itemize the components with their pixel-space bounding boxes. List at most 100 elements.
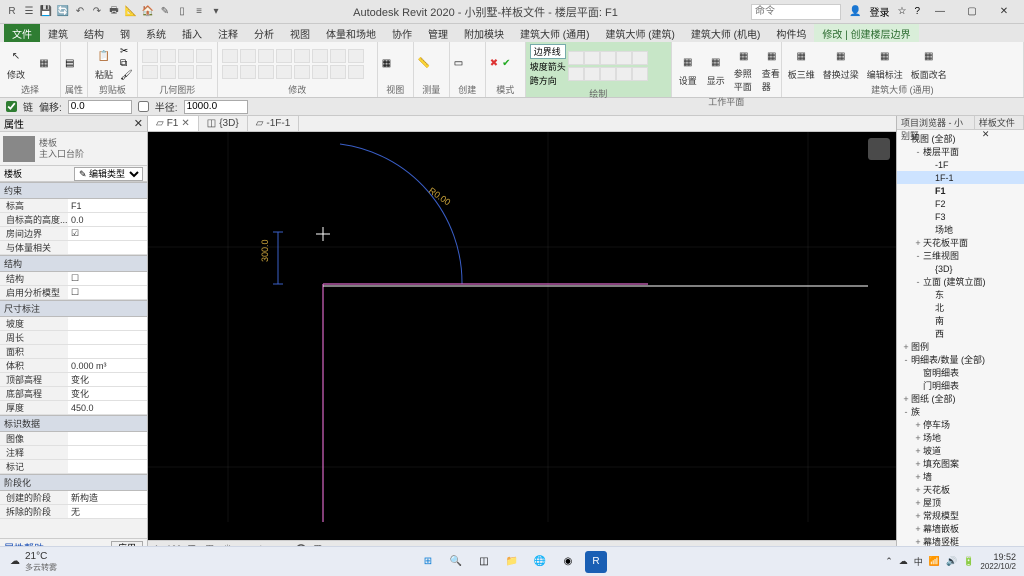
view-tool-icon[interactable]: ▦ <box>382 58 391 69</box>
tree-item[interactable]: F1 <box>897 184 1024 197</box>
property-value[interactable] <box>68 317 147 330</box>
ribbon-tab[interactable]: 建筑大师 (建筑) <box>597 24 682 42</box>
property-value[interactable]: F1 <box>68 199 147 212</box>
tray-chevron-icon[interactable]: ⌃ <box>885 556 893 567</box>
view-tab-close-icon[interactable]: ✕ <box>181 118 189 129</box>
span-direction-button[interactable]: 跨方向 <box>530 74 566 87</box>
ribbon-tab[interactable]: 管理 <box>420 24 456 42</box>
ribbon-tab[interactable]: 协作 <box>384 24 420 42</box>
tree-item[interactable]: +场地 <box>897 431 1024 444</box>
property-value[interactable]: 新构造 <box>68 491 147 504</box>
modify-button[interactable]: ↖ 修改 <box>4 45 28 83</box>
ref-plane-button[interactable]: ▦参照 平面 <box>732 44 756 95</box>
modify-tool[interactable] <box>276 65 292 79</box>
property-value[interactable]: ☐ <box>68 286 147 299</box>
properties-button[interactable]: ▦ <box>32 52 56 76</box>
tree-item[interactable]: -视图 (全部) <box>897 132 1024 145</box>
drawing-canvas[interactable]: R0.00 300.0 <box>148 132 896 540</box>
tree-item[interactable]: 场地 <box>897 223 1024 236</box>
property-row[interactable]: 房间边界☑ <box>0 227 147 241</box>
tree-item[interactable]: 窗明细表 <box>897 366 1024 379</box>
circle-icon[interactable] <box>616 51 632 65</box>
close-hidden-icon[interactable]: ▾ <box>209 5 223 19</box>
dim-icon[interactable]: ✎ <box>158 5 172 19</box>
tree-item[interactable]: +停车场 <box>897 418 1024 431</box>
nav-cube[interactable] <box>868 138 890 160</box>
modify-tool[interactable] <box>240 65 256 79</box>
taskbar-revit-icon[interactable]: R <box>585 551 607 573</box>
ribbon-tab[interactable]: 注释 <box>210 24 246 42</box>
ribbon-tab-file[interactable]: 文件 <box>4 24 40 42</box>
tree-item[interactable]: +图纸 (全部) <box>897 392 1024 405</box>
poly-icon[interactable] <box>600 51 616 65</box>
view-tab-active[interactable]: ▱ F1 ✕ <box>148 116 199 131</box>
property-value[interactable]: 变化 <box>68 387 147 400</box>
modify-tool[interactable] <box>258 65 274 79</box>
tree-expander-icon[interactable]: + <box>913 511 923 521</box>
property-value[interactable]: 无 <box>68 505 147 518</box>
print-icon[interactable]: 🖶 <box>107 5 121 19</box>
taskbar-search-icon[interactable]: 🔍 <box>445 551 467 573</box>
chain-checkbox[interactable] <box>6 101 17 112</box>
view-tab[interactable]: ◫ {3D} <box>199 116 248 131</box>
trim-icon[interactable] <box>276 49 292 63</box>
property-value[interactable]: 450.0 <box>68 401 147 414</box>
measure-tool-icon[interactable]: 📏 <box>418 58 430 69</box>
maximize-button[interactable]: ▢ <box>960 6 984 17</box>
tree-item[interactable]: F3 <box>897 210 1024 223</box>
modify-tool[interactable] <box>330 65 346 79</box>
rotate-icon[interactable] <box>240 49 256 63</box>
geom-tool[interactable] <box>196 65 212 79</box>
show-plane-button[interactable]: ▦显示 <box>704 51 728 89</box>
property-row[interactable]: 创建的阶段新构造 <box>0 491 147 505</box>
project-browser-tree[interactable]: -视图 (全部)-楼层平面-1F1F-1F1F2F3场地+天花板平面-三维视图{… <box>897 130 1024 556</box>
geom-tool[interactable] <box>196 49 212 63</box>
geom-tool[interactable] <box>178 65 194 79</box>
property-value[interactable] <box>68 241 147 254</box>
property-value[interactable]: ☑ <box>68 227 147 240</box>
ribbon-tab[interactable]: 建筑 <box>40 24 76 42</box>
taskbar-taskview-icon[interactable]: ◫ <box>473 551 495 573</box>
property-row[interactable]: 注释 <box>0 446 147 460</box>
tree-expander-icon[interactable]: + <box>901 394 911 404</box>
close-button[interactable]: ✕ <box>992 6 1016 17</box>
pin-icon[interactable] <box>348 49 364 63</box>
geom-tool[interactable] <box>142 65 158 79</box>
save-icon[interactable]: 💾 <box>39 5 53 19</box>
tree-expander-icon[interactable]: + <box>913 498 923 508</box>
radius-input[interactable] <box>184 100 248 114</box>
tree-expander-icon[interactable]: + <box>913 446 923 456</box>
type-selector[interactable]: 楼板 主入口台阶 <box>0 132 147 166</box>
tree-item[interactable]: {3D} <box>897 262 1024 275</box>
tree-item[interactable]: +墙 <box>897 470 1024 483</box>
ribbon-tab[interactable]: 附加模块 <box>456 24 512 42</box>
tree-expander-icon[interactable]: + <box>913 472 923 482</box>
tree-expander-icon[interactable]: + <box>913 433 923 443</box>
pick-icon[interactable] <box>632 67 648 81</box>
move-icon[interactable] <box>222 49 238 63</box>
modify-tool[interactable] <box>294 65 310 79</box>
geom-tool[interactable] <box>160 65 176 79</box>
tree-expander-icon[interactable]: - <box>901 355 911 365</box>
property-row[interactable]: 底部高程变化 <box>0 387 147 401</box>
taskbar-explorer-icon[interactable]: 📁 <box>501 551 523 573</box>
scale-icon[interactable] <box>330 49 346 63</box>
ribbon-tab[interactable]: 建筑大师 (机电) <box>683 24 768 42</box>
tree-expander-icon[interactable]: - <box>913 277 923 287</box>
tree-expander-icon[interactable]: - <box>913 147 923 157</box>
partial-icon[interactable] <box>616 67 632 81</box>
property-row[interactable]: 面积 <box>0 345 147 359</box>
paste-button[interactable]: 📋 粘贴 <box>92 45 116 83</box>
geom-tool[interactable] <box>160 49 176 63</box>
properties-list[interactable]: 约束标高F1自标高的高度...0.0房间边界☑与体量相关结构结构☐启用分析模型☐… <box>0 182 147 538</box>
property-value[interactable]: 0.0 <box>68 213 147 226</box>
set-plane-button[interactable]: ▦设置 <box>676 51 700 89</box>
tree-expander-icon[interactable]: + <box>913 485 923 495</box>
cancel-mode-icon[interactable]: ✖ <box>490 58 498 69</box>
tray-volume-icon[interactable]: 🔊 <box>946 556 957 567</box>
tree-expander-icon[interactable]: + <box>901 342 911 352</box>
modify-tool[interactable] <box>222 65 238 79</box>
radius-checkbox[interactable] <box>138 101 149 112</box>
tree-item[interactable]: 东 <box>897 288 1024 301</box>
ribbon-tab-active[interactable]: 修改 | 创建楼层边界 <box>814 24 918 42</box>
